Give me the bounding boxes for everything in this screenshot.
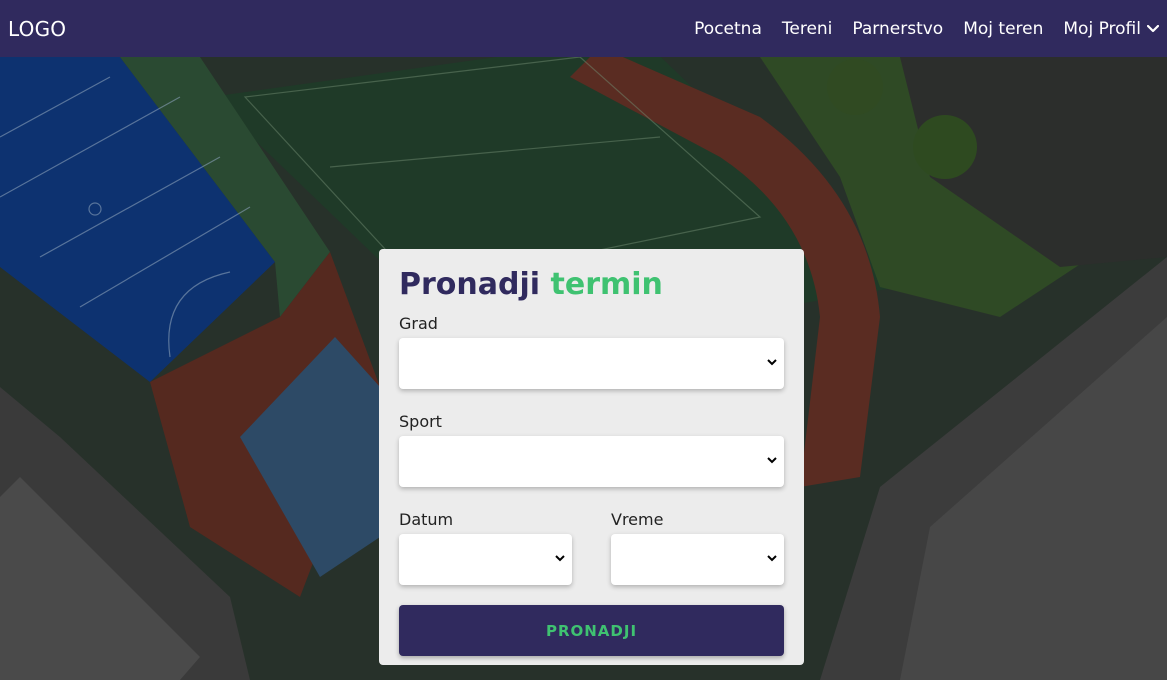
datum-label: Datum [399, 510, 454, 529]
chevron-down-icon [767, 456, 777, 463]
datum-select[interactable] [399, 534, 572, 585]
card-title-main: Pronadji [399, 267, 541, 302]
chevron-down-icon [555, 554, 565, 561]
nav-link-pocetna[interactable]: Pocetna [694, 19, 762, 39]
vreme-label: Vreme [611, 510, 664, 529]
nav-link-parnerstvo[interactable]: Parnerstvo [852, 19, 943, 39]
logo[interactable]: LOGO [8, 17, 66, 41]
grad-group: Grad [399, 315, 784, 389]
nav-link-tereni[interactable]: Tereni [782, 19, 833, 39]
nav-profile-label: Moj Profil [1063, 18, 1141, 39]
sport-label: Sport [399, 412, 442, 431]
grad-select[interactable] [399, 338, 784, 389]
sport-group: Sport [399, 413, 784, 487]
nav-links: Pocetna Tereni Parnerstvo Moj teren Moj … [674, 0, 1159, 57]
search-submit-button[interactable]: PRONADJI [399, 605, 784, 656]
grad-label: Grad [399, 314, 438, 333]
top-navbar: LOGO Pocetna Tereni Parnerstvo Moj teren… [0, 0, 1167, 57]
card-title: Pronadji termin [399, 267, 784, 303]
date-time-row: Datum Vreme [399, 511, 784, 585]
nav-profile-dropdown[interactable]: Moj Profil [1063, 19, 1159, 39]
chevron-down-icon [767, 358, 777, 365]
chevron-down-icon [1147, 24, 1159, 32]
chevron-down-icon [767, 554, 777, 561]
vreme-select[interactable] [611, 534, 784, 585]
nav-link-moj-teren[interactable]: Moj teren [963, 19, 1043, 39]
datum-group: Datum [399, 511, 572, 585]
vreme-group: Vreme [611, 511, 784, 585]
sport-select[interactable] [399, 436, 784, 487]
search-card: Pronadji termin Grad Sport Datum Vreme P… [379, 249, 804, 665]
card-title-accent: termin [550, 267, 663, 302]
